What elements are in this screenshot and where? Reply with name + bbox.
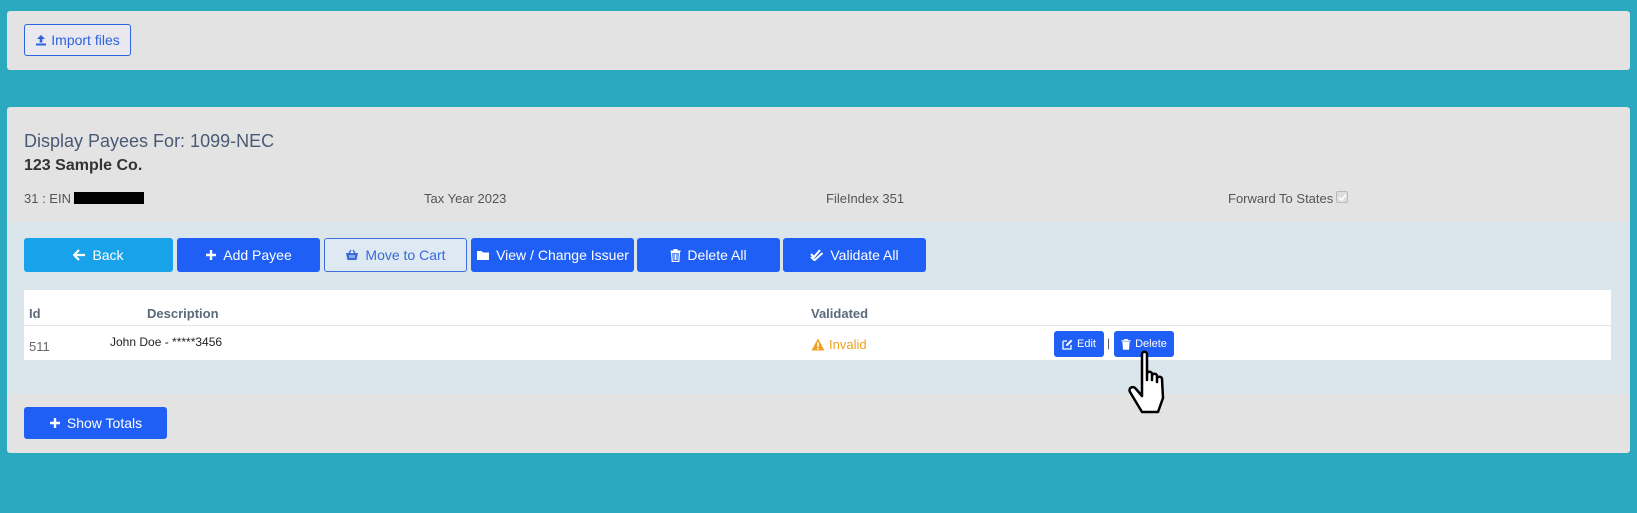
upload-icon bbox=[36, 35, 47, 46]
edit-button[interactable]: Edit bbox=[1054, 331, 1104, 357]
double-check-icon bbox=[810, 249, 824, 261]
payees-panel: Display Payees For: 1099-NEC 123 Sample … bbox=[7, 107, 1630, 453]
payees-table: Id Description Validated 511 John Doe - … bbox=[24, 290, 1611, 360]
back-button[interactable]: Back bbox=[24, 238, 173, 272]
ein-redaction bbox=[73, 192, 144, 204]
plus-icon bbox=[206, 250, 217, 260]
view-change-issuer-button[interactable]: View / Change Issuer bbox=[471, 238, 634, 272]
forward-to-states-checkbox[interactable] bbox=[1336, 191, 1349, 203]
delete-all-button[interactable]: Delete All bbox=[637, 238, 780, 272]
row-status: Invalid bbox=[811, 337, 867, 352]
delete-all-label: Delete All bbox=[687, 247, 747, 263]
delete-label: Delete bbox=[1135, 338, 1167, 350]
import-panel: Import files bbox=[7, 11, 1630, 70]
validate-all-label: Validate All bbox=[830, 247, 899, 263]
folder-icon bbox=[477, 251, 490, 260]
row-status-label: Invalid bbox=[829, 337, 867, 352]
import-files-label: Import files bbox=[51, 32, 120, 48]
plus-icon bbox=[49, 418, 60, 428]
header-divider bbox=[24, 325, 1611, 326]
file-index: FileIndex 351 bbox=[826, 191, 905, 206]
column-header-validated: Validated bbox=[811, 306, 869, 321]
column-header-id: Id bbox=[29, 306, 41, 321]
move-to-cart-button[interactable]: Move to Cart bbox=[324, 238, 467, 272]
hand-cursor-icon bbox=[1128, 350, 1165, 414]
trash-icon bbox=[1121, 338, 1131, 350]
validate-all-button[interactable]: Validate All bbox=[783, 238, 926, 272]
arrow-left-icon bbox=[73, 249, 86, 261]
add-payee-button[interactable]: Add Payee bbox=[177, 238, 320, 272]
import-files-button[interactable]: Import files bbox=[24, 24, 131, 56]
column-header-description: Description bbox=[147, 306, 219, 321]
tax-year: Tax Year 2023 bbox=[424, 191, 507, 206]
warning-icon bbox=[811, 338, 825, 351]
action-divider: | bbox=[1107, 336, 1111, 350]
show-totals-label: Show Totals bbox=[66, 415, 143, 431]
back-label: Back bbox=[92, 247, 124, 263]
basket-icon bbox=[346, 249, 359, 260]
row-description: John Doe - *****3456 bbox=[110, 335, 223, 349]
row-id: 511 bbox=[29, 339, 50, 354]
edit-label: Edit bbox=[1077, 338, 1096, 350]
page-title: Display Payees For: 1099-NEC bbox=[24, 131, 275, 151]
trash-icon bbox=[670, 248, 681, 262]
forward-to-states: Forward To States bbox=[1228, 191, 1349, 206]
forward-to-states-label: Forward To States bbox=[1228, 191, 1334, 206]
ein-label: 31 : EIN bbox=[24, 191, 71, 206]
add-payee-label: Add Payee bbox=[223, 247, 292, 263]
view-change-issuer-label: View / Change Issuer bbox=[496, 247, 629, 263]
edit-icon bbox=[1062, 339, 1073, 350]
ein-info: 31 : EIN bbox=[24, 191, 144, 206]
move-to-cart-label: Move to Cart bbox=[365, 247, 446, 263]
company-name: 123 Sample Co. bbox=[24, 157, 143, 174]
show-totals-button[interactable]: Show Totals bbox=[24, 407, 167, 439]
